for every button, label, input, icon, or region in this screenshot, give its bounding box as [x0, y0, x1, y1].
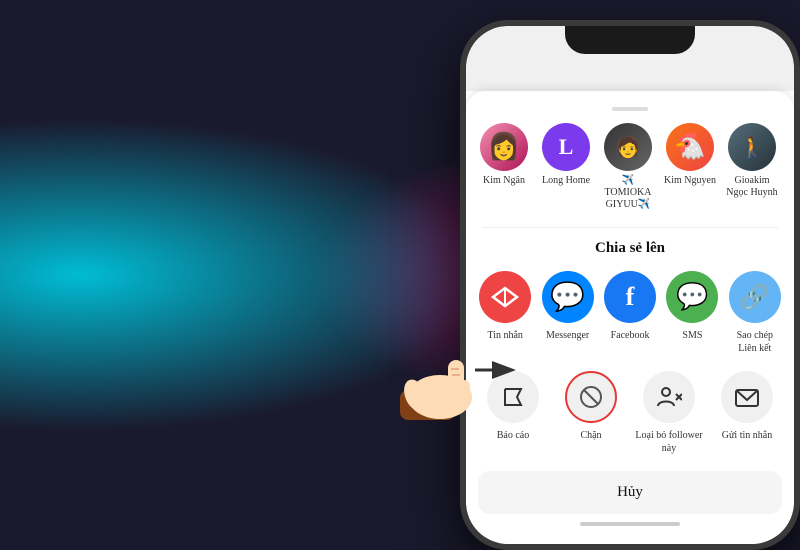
messenger-icon: 💬 [542, 271, 594, 323]
phone-notch [565, 26, 695, 54]
avatar-long-home: L [542, 123, 590, 171]
chan-icon [565, 371, 617, 423]
contact-tomioka[interactable]: 🧑 ✈️ TOMIOKA GIYUU✈️ [600, 123, 656, 211]
facebook-icon: f [604, 271, 656, 323]
contact-long-home[interactable]: L Long Home [538, 123, 594, 211]
avatar-gioakim: 🚶 [728, 123, 776, 171]
loai-bo-label: Loại bỏ follower này [634, 429, 704, 455]
contact-label-kim-nguyen: Kim Nguyen [664, 175, 716, 187]
gui-tin-nhan-label: Gửi tin nhắn [722, 429, 772, 442]
share-sms[interactable]: 💬 SMS [665, 271, 719, 355]
contact-kim-nguyen[interactable]: 🐔 Kim Nguyen [662, 123, 718, 211]
contact-kim-ngan[interactable]: 👩 Kim Ngân [476, 123, 532, 211]
copy-link-label: Sao chép Liên kết [728, 329, 782, 355]
avatar-kim-nguyen: 🐔 [666, 123, 714, 171]
contact-label-tomioka: ✈️ TOMIOKA GIYUU✈️ [600, 175, 656, 211]
share-title: Chia sẻ lên [466, 240, 794, 257]
sms-label: SMS [682, 329, 702, 342]
hand-pointer [380, 325, 520, 435]
action-gui-tin-nhan[interactable]: Gửi tin nhắn [712, 371, 782, 455]
share-messenger[interactable]: 💬 Messenger [540, 271, 594, 355]
section-divider [482, 227, 778, 228]
contact-gioakim[interactable]: 🚶 Gioakim Ngọc Huynh [724, 123, 780, 211]
phone-frame: 👩 Kim Ngân L Long Home 🧑 ✈️ TOMIOKA GIYU… [460, 20, 800, 550]
home-indicator [580, 522, 680, 526]
tin-nhan-icon [479, 271, 531, 323]
share-facebook[interactable]: f Facebook [603, 271, 657, 355]
contacts-row: 👩 Kim Ngân L Long Home 🧑 ✈️ TOMIOKA GIYU… [466, 123, 794, 223]
contact-label-long-home: Long Home [542, 175, 590, 187]
messenger-label: Messenger [546, 329, 589, 342]
share-copy-link[interactable]: 🔗 Sao chép Liên kết [728, 271, 782, 355]
bottom-sheet: 👩 Kim Ngân L Long Home 🧑 ✈️ TOMIOKA GIYU… [466, 91, 794, 544]
phone-screen: 👩 Kim Ngân L Long Home 🧑 ✈️ TOMIOKA GIYU… [466, 26, 794, 544]
copy-link-icon: 🔗 [729, 271, 781, 323]
gui-tin-nhan-icon [721, 371, 773, 423]
avatar-tomioka: 🧑 [604, 123, 652, 171]
sheet-handle [612, 107, 648, 111]
contact-label-gioakim: Gioakim Ngọc Huynh [724, 175, 780, 199]
avatar-kim-ngan: 👩 [480, 123, 528, 171]
facebook-label: Facebook [611, 329, 650, 342]
sms-icon: 💬 [666, 271, 718, 323]
action-loai-bo[interactable]: Loại bỏ follower này [634, 371, 704, 455]
loai-bo-icon [643, 371, 695, 423]
action-chan[interactable]: Chặn [556, 371, 626, 455]
cancel-button[interactable]: Hủy [478, 471, 782, 514]
contact-label-kim-ngan: Kim Ngân [483, 175, 525, 187]
chan-label: Chặn [580, 429, 601, 442]
